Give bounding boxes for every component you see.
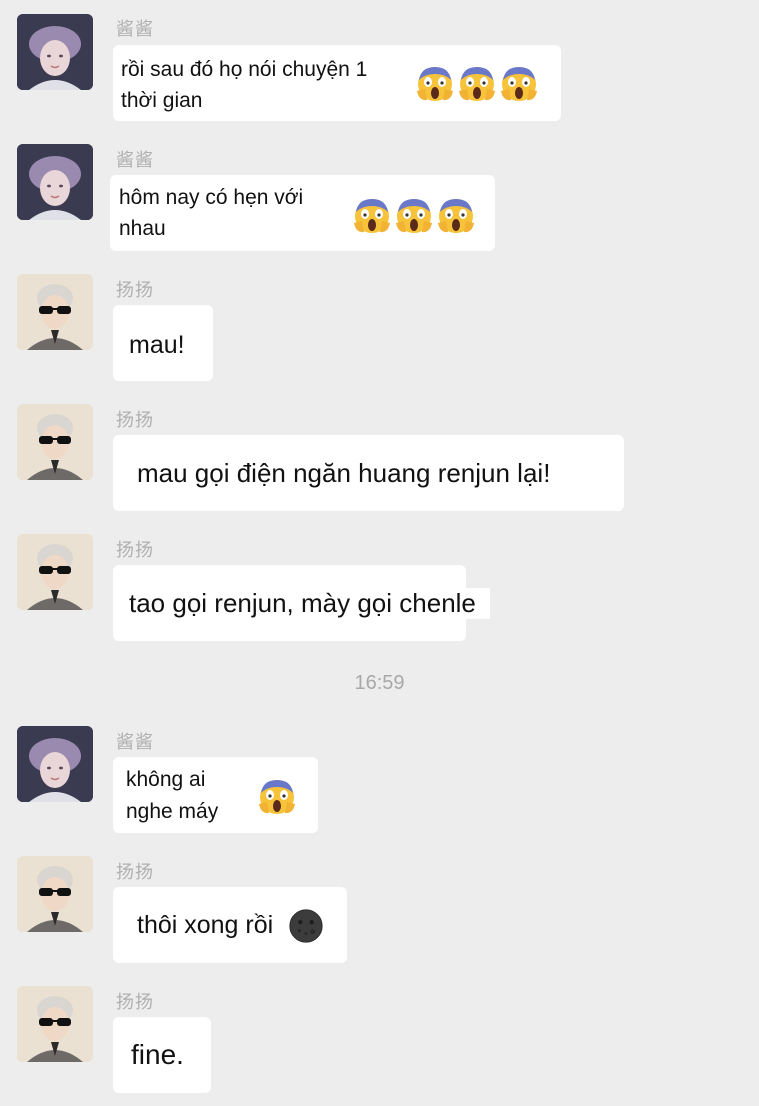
sender-name: 扬扬	[116, 862, 154, 883]
avatar[interactable]	[17, 274, 93, 350]
screaming-face-emoji	[499, 63, 539, 103]
sender-name: 酱酱	[116, 732, 154, 753]
screaming-face-emoji	[352, 195, 392, 235]
message-text: thời gian	[121, 89, 203, 112]
avatar[interactable]	[17, 404, 93, 480]
sender-name: 扬扬	[116, 280, 154, 301]
message-bubble[interactable]: mau gọi điện ngăn huang renjun lại!	[113, 435, 624, 511]
sender-name: 扬扬	[116, 540, 154, 561]
screaming-face-emoji	[257, 776, 297, 816]
screaming-face-emoji	[394, 195, 434, 235]
sender-name: 酱酱	[116, 19, 154, 40]
sender-name: 酱酱	[116, 150, 154, 171]
message-text: fine.	[131, 1039, 184, 1070]
avatar[interactable]	[17, 14, 93, 90]
new-moon-face-emoji	[287, 907, 325, 945]
avatar[interactable]	[17, 144, 93, 220]
avatar[interactable]	[17, 986, 93, 1062]
message-text: mau!	[129, 331, 185, 359]
message-bubble[interactable]: thôi xong rồi	[113, 887, 347, 963]
screaming-face-emoji	[415, 63, 455, 103]
avatar[interactable]	[17, 534, 93, 610]
message-text: nghe máy	[126, 800, 219, 823]
sender-name: 扬扬	[116, 410, 154, 431]
message-bubble[interactable]: tao gọi renjun, mày gọi chenle	[113, 565, 490, 641]
message-text: nhau	[119, 217, 166, 240]
message-text: mau gọi điện ngăn huang renjun lại!	[137, 458, 551, 488]
message-text: rồi sau đó họ nói chuyện 1	[121, 58, 368, 81]
message-text: tao gọi renjun, mày gọi chenle	[129, 588, 490, 619]
message-text: không ai	[126, 768, 206, 791]
screaming-face-emoji	[436, 195, 476, 235]
message-bubble[interactable]: fine.	[113, 1017, 211, 1093]
message-bubble[interactable]: hôm nay có hẹn với nhau	[110, 175, 495, 251]
timestamp: 16:59	[354, 672, 405, 694]
message-bubble[interactable]: không ai nghe máy	[113, 757, 318, 833]
sender-name: 扬扬	[116, 992, 154, 1013]
avatar[interactable]	[17, 856, 93, 932]
message-bubble[interactable]: mau!	[113, 305, 213, 381]
message-text: hôm nay có hẹn với	[119, 186, 304, 209]
message-bubble[interactable]: rồi sau đó họ nói chuyện 1 thời gian	[113, 45, 561, 121]
screaming-face-emoji	[457, 63, 497, 103]
message-text: thôi xong rồi	[137, 911, 274, 939]
avatar[interactable]	[17, 726, 93, 802]
